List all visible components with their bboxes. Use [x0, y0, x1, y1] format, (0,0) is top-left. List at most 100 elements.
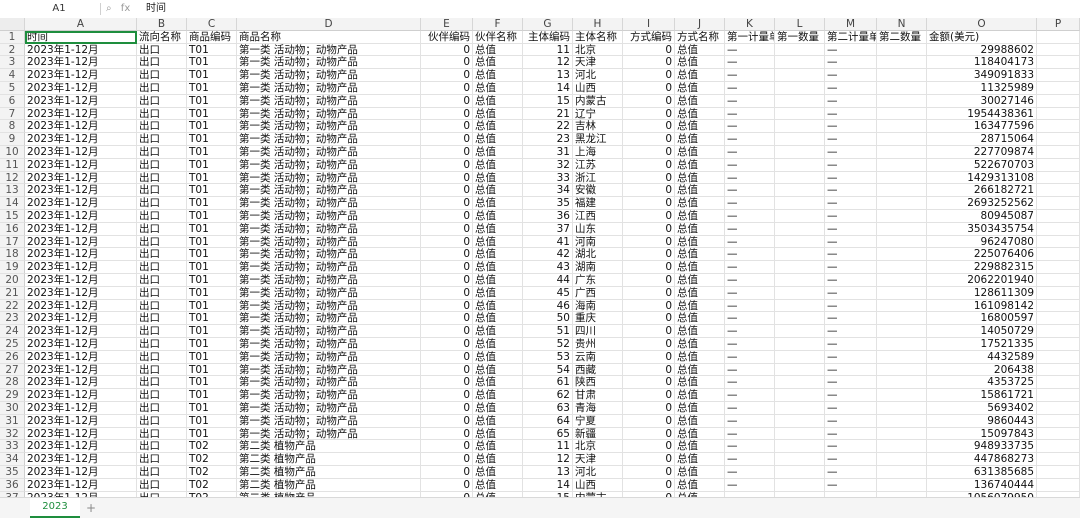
cell-unit-2[interactable]: —: [825, 261, 877, 274]
cell-entity-name[interactable]: 宁夏: [573, 414, 623, 428]
cell-time[interactable]: 2023年1-12月: [25, 440, 137, 454]
cell-flow[interactable]: 出口: [137, 120, 187, 134]
cell-qty-2[interactable]: [877, 286, 927, 300]
cell-mode-name[interactable]: 总值: [675, 94, 725, 108]
cell-entity-name[interactable]: 上海: [573, 146, 623, 159]
cell-unit-2[interactable]: —: [825, 69, 877, 82]
cell-product-name[interactable]: 第一类 活动物；动物产品: [237, 210, 421, 223]
cell-partner-code[interactable]: 0: [421, 158, 473, 172]
header-cell[interactable]: 第一计量单: [725, 30, 775, 44]
cell-empty[interactable]: [1037, 363, 1080, 377]
row-number[interactable]: 17: [0, 235, 25, 249]
cell-entity-name[interactable]: 安徽: [573, 184, 623, 198]
cell-qty-1[interactable]: [775, 402, 825, 415]
cell-amount-usd[interactable]: 128611309: [927, 286, 1037, 300]
cell-entity-code[interactable]: 45: [523, 286, 573, 300]
cell-unit-1[interactable]: —: [725, 248, 775, 262]
cell-partner-name[interactable]: 总值: [473, 299, 523, 313]
cell-qty-2[interactable]: [877, 453, 927, 466]
cell-entity-code[interactable]: 35: [523, 197, 573, 210]
cell-product-code[interactable]: T01: [187, 222, 237, 236]
cell-entity-name[interactable]: 陕西: [573, 376, 623, 390]
cell-product-name[interactable]: 第一类 活动物；动物产品: [237, 312, 421, 326]
cell-product-name[interactable]: 第二类 植物产品: [237, 478, 421, 492]
cell-product-code[interactable]: T01: [187, 325, 237, 338]
cell-mode-code[interactable]: 0: [623, 43, 675, 57]
row-number[interactable]: 14: [0, 197, 25, 210]
cell-entity-code[interactable]: 11: [523, 43, 573, 57]
cell-qty-1[interactable]: [775, 197, 825, 210]
cell-qty-2[interactable]: [877, 94, 927, 108]
cell-qty-2[interactable]: [877, 56, 927, 70]
cell-product-name[interactable]: 第一类 活动物；动物产品: [237, 248, 421, 262]
cell-unit-2[interactable]: —: [825, 325, 877, 338]
cell-flow[interactable]: 出口: [137, 376, 187, 390]
cell-product-name[interactable]: 第一类 活动物；动物产品: [237, 107, 421, 121]
cell-unit-1[interactable]: —: [725, 299, 775, 313]
cell-time[interactable]: 2023年1-12月: [25, 133, 137, 146]
cell-product-code[interactable]: T02: [187, 466, 237, 479]
cell-unit-1[interactable]: —: [725, 210, 775, 223]
row-number[interactable]: 22: [0, 299, 25, 313]
row-number[interactable]: 2: [0, 43, 25, 57]
cell-partner-code[interactable]: 0: [421, 120, 473, 134]
cell-partner-name[interactable]: 总值: [473, 376, 523, 390]
column-header-p[interactable]: P: [1037, 18, 1080, 31]
cell-entity-name[interactable]: 四川: [573, 325, 623, 338]
cell-partner-name[interactable]: 总值: [473, 427, 523, 441]
cell-mode-name[interactable]: 总值: [675, 261, 725, 274]
cell-product-name[interactable]: 第一类 活动物；动物产品: [237, 325, 421, 338]
cell-qty-2[interactable]: [877, 197, 927, 210]
cell-mode-code[interactable]: 0: [623, 402, 675, 415]
cell-flow[interactable]: 出口: [137, 197, 187, 210]
cell-entity-code[interactable]: 64: [523, 414, 573, 428]
cell-amount-usd[interactable]: 30027146: [927, 94, 1037, 108]
cell-product-name[interactable]: 第一类 活动物；动物产品: [237, 56, 421, 70]
column-header-n[interactable]: N: [877, 18, 927, 31]
cell-flow[interactable]: 出口: [137, 235, 187, 249]
cell-mode-code[interactable]: 0: [623, 478, 675, 492]
cell-mode-name[interactable]: 总值: [675, 82, 725, 95]
cell-mode-code[interactable]: 0: [623, 133, 675, 146]
cell-mode-name[interactable]: 总值: [675, 299, 725, 313]
cell-partner-code[interactable]: 0: [421, 82, 473, 95]
cell-unit-2[interactable]: —: [825, 376, 877, 390]
cell-time[interactable]: 2023年1-12月: [25, 402, 137, 415]
cell-entity-code[interactable]: 11: [523, 440, 573, 454]
cell-qty-1[interactable]: [775, 158, 825, 172]
cell-product-name[interactable]: 第一类 活动物；动物产品: [237, 171, 421, 185]
cell-amount-usd[interactable]: 15097843: [927, 427, 1037, 441]
cell-qty-2[interactable]: [877, 158, 927, 172]
cell-entity-code[interactable]: 36: [523, 210, 573, 223]
cell-partner-name[interactable]: 总值: [473, 56, 523, 70]
cell-unit-1[interactable]: —: [725, 146, 775, 159]
cell-product-code[interactable]: T01: [187, 299, 237, 313]
cell-time[interactable]: 2023年1-12月: [25, 478, 137, 492]
cell-entity-code[interactable]: 52: [523, 338, 573, 351]
cell-amount-usd[interactable]: 163477596: [927, 120, 1037, 134]
cell-empty[interactable]: [1037, 133, 1080, 146]
cell-unit-2[interactable]: —: [825, 158, 877, 172]
cell-entity-code[interactable]: 50: [523, 312, 573, 326]
cell-flow[interactable]: 出口: [137, 440, 187, 454]
header-cell[interactable]: 第二计量单: [825, 30, 877, 44]
cell-entity-name[interactable]: 甘肃: [573, 389, 623, 402]
cell-amount-usd[interactable]: 2062201940: [927, 274, 1037, 287]
cell-partner-code[interactable]: 0: [421, 274, 473, 287]
cell-partner-code[interactable]: 0: [421, 453, 473, 466]
header-cell[interactable]: 第一数量: [775, 30, 825, 44]
cell-unit-1[interactable]: —: [725, 274, 775, 287]
cell-time[interactable]: 2023年1-12月: [25, 453, 137, 466]
cell-product-name[interactable]: 第一类 活动物；动物产品: [237, 261, 421, 274]
cell-time[interactable]: 2023年1-12月: [25, 120, 137, 134]
cell-flow[interactable]: 出口: [137, 325, 187, 338]
cell-product-code[interactable]: T01: [187, 350, 237, 364]
cell-empty[interactable]: [1037, 146, 1080, 159]
cell-product-code[interactable]: T01: [187, 210, 237, 223]
column-header-c[interactable]: C: [187, 18, 237, 31]
cell-product-code[interactable]: T01: [187, 94, 237, 108]
cell-partner-code[interactable]: 0: [421, 261, 473, 274]
cell-unit-2[interactable]: —: [825, 82, 877, 95]
cell-mode-code[interactable]: 0: [623, 94, 675, 108]
cell-flow[interactable]: 出口: [137, 158, 187, 172]
